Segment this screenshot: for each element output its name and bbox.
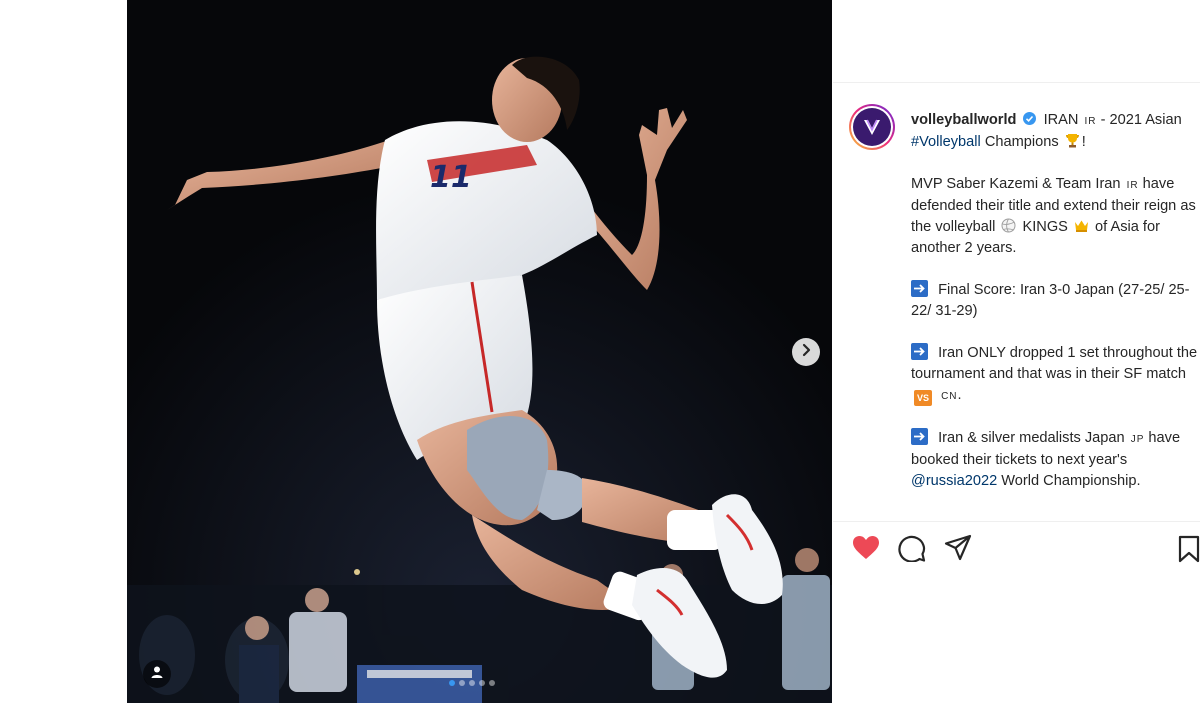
caption-text-segment: World Championship.	[1001, 473, 1141, 489]
flag-cn: CN	[941, 391, 958, 402]
like-button[interactable]	[851, 535, 881, 565]
hashtag-link[interactable]: #Volleyball	[911, 134, 981, 150]
save-button[interactable]	[1178, 535, 1200, 565]
mention-link[interactable]: @russia2022	[911, 473, 997, 489]
bookmark-icon	[1178, 535, 1200, 567]
arrow-right-icon	[911, 280, 928, 297]
caption-text-segment: KINGS	[1022, 219, 1068, 235]
volleyball-player-photo: 11	[127, 0, 832, 703]
flag-ir: IR	[1126, 180, 1139, 191]
caption-text-segment: Final Score: Iran 3-0 Japan (27-25/ 25-2…	[911, 282, 1190, 319]
post-side-panel: volleyballworld IRAN IR - 2021 Asian #Vo…	[833, 0, 1200, 703]
carousel-indicator	[449, 680, 495, 686]
arrow-right-icon	[911, 343, 928, 360]
divider	[833, 521, 1200, 522]
carousel-dot	[459, 680, 465, 686]
caption-text-segment: MVP Saber Kazemi & Team Iran	[911, 176, 1121, 192]
caption-text-segment: Champions	[984, 134, 1059, 150]
next-slide-button[interactable]	[792, 338, 820, 366]
verified-badge-icon	[1022, 112, 1036, 125]
avatar[interactable]	[849, 104, 895, 150]
volleyball-icon	[1001, 218, 1016, 233]
caption-scroll-area[interactable]: volleyballworld IRAN IR - 2021 Asian #Vo…	[849, 104, 1200, 518]
volleyballworld-logo-icon	[853, 108, 891, 146]
crown-icon	[1074, 218, 1089, 233]
carousel-dot	[449, 680, 455, 686]
trophy-icon	[1065, 133, 1080, 148]
share-button[interactable]	[943, 534, 973, 567]
post-actions	[851, 534, 989, 567]
flag-jp: JP	[1130, 434, 1145, 445]
share-icon	[944, 534, 972, 567]
divider	[833, 82, 1200, 83]
comment-icon	[898, 534, 926, 567]
caption: volleyballworld IRAN IR - 2021 Asian #Vo…	[911, 112, 1198, 489]
carousel-dot	[489, 680, 495, 686]
username-link[interactable]: volleyballworld	[911, 112, 1016, 128]
carousel-dot	[469, 680, 475, 686]
heart-icon	[852, 535, 880, 566]
caption-text-segment: Iran & silver medalists Japan	[938, 430, 1125, 446]
arrow-right-icon	[911, 428, 928, 445]
post-photo[interactable]: 11	[127, 0, 832, 703]
caption-text-segment: - 2021 Asian	[1100, 112, 1182, 128]
flag-ir: IR	[1084, 116, 1097, 127]
caption-text-segment: Iran ONLY dropped 1 set throughout the t…	[911, 345, 1198, 382]
user-tags-button[interactable]	[143, 660, 171, 688]
caption-text-segment: .	[957, 387, 962, 403]
jersey-number: 11	[430, 160, 472, 195]
comment-button[interactable]	[897, 535, 927, 565]
chevron-right-icon	[799, 343, 813, 362]
carousel-dot	[479, 680, 485, 686]
caption-text-segment: IRAN	[1043, 112, 1079, 128]
user-tag-icon	[150, 665, 164, 684]
vs-icon: VS	[914, 390, 932, 406]
